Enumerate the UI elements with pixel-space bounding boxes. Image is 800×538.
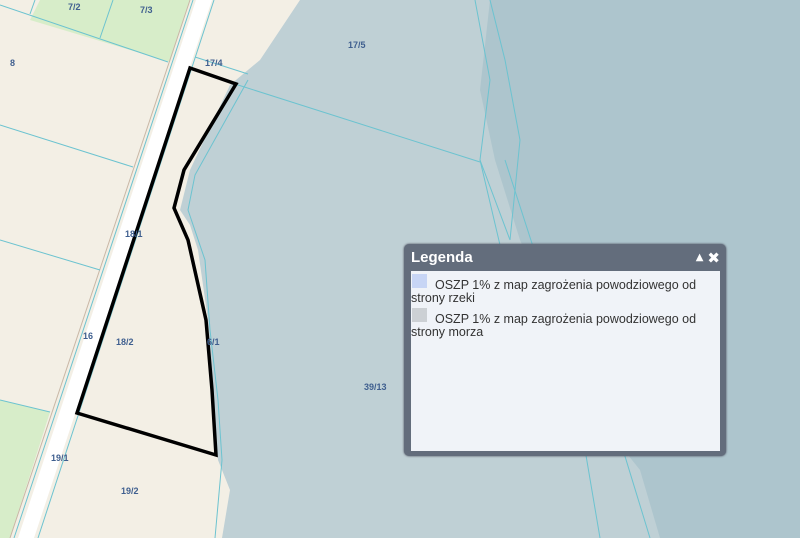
parcel-label: 8 — [10, 58, 15, 68]
legend-panel: Legenda ▲ ✖ OSZP 1% z map zagrożenia pow… — [404, 244, 726, 456]
legend-item-label: OSZP 1% z map zagrożenia powodziowego od… — [411, 313, 720, 339]
parcel-label: 39/13 — [364, 382, 387, 392]
parcel-label: 16 — [83, 331, 93, 341]
close-icon[interactable]: ✖ — [707, 249, 720, 267]
parcel-label: 7/2 — [68, 2, 81, 12]
parcel-label: 19/1 — [51, 453, 69, 463]
legend-body: OSZP 1% z map zagrożenia powodziowego od… — [411, 271, 720, 451]
parcel-label: 6/1 — [207, 337, 220, 347]
triangle-up-icon[interactable]: ▲ — [696, 249, 704, 267]
parcel-label: 17/5 — [348, 40, 366, 50]
legend-swatch — [412, 274, 427, 288]
parcel-label: 17/4 — [205, 58, 223, 68]
legend-swatch — [412, 308, 427, 322]
legend-item: OSZP 1% z map zagrożenia powodziowego od… — [411, 305, 720, 339]
parcel-label: 18/2 — [116, 337, 134, 347]
legend-item: OSZP 1% z map zagrożenia powodziowego od… — [411, 271, 720, 305]
parcel-label: 18/1 — [125, 229, 143, 239]
legend-title: Legenda — [411, 249, 473, 266]
parcel-label: 19/2 — [121, 486, 139, 496]
legend-item-label: OSZP 1% z map zagrożenia powodziowego od… — [411, 279, 720, 305]
parcel-label: 7/3 — [140, 5, 153, 15]
